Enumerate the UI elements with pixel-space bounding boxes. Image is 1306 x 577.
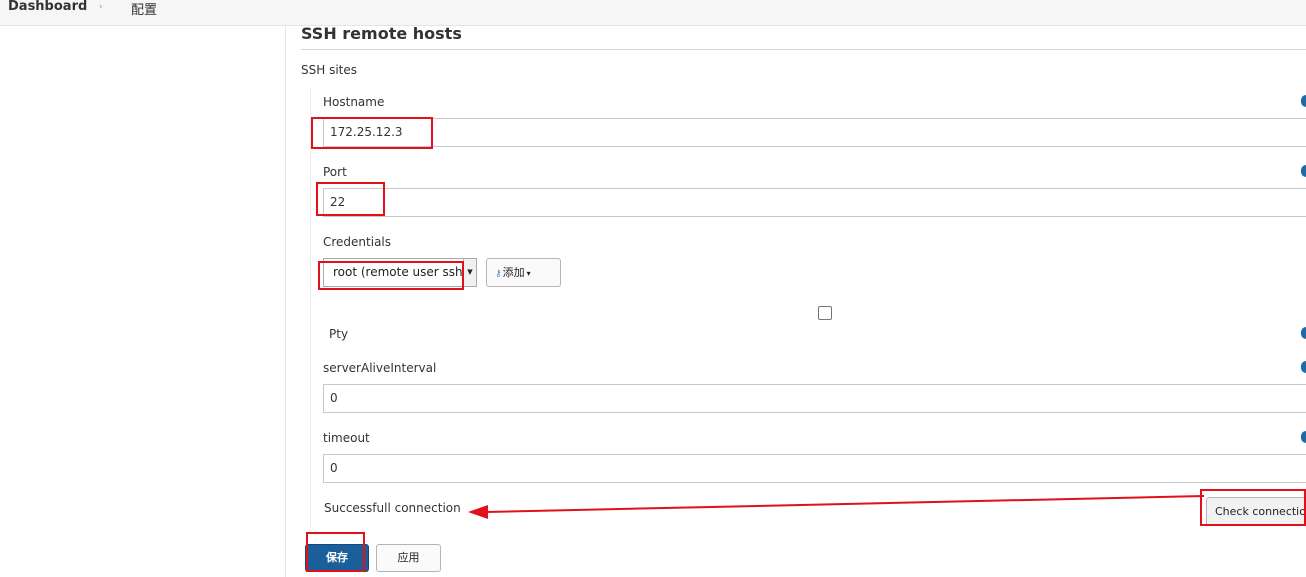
annotation-arrow-line: [485, 495, 1205, 513]
annotation-arrow: [468, 495, 1205, 519]
annotation-arrow-head: [468, 505, 488, 519]
